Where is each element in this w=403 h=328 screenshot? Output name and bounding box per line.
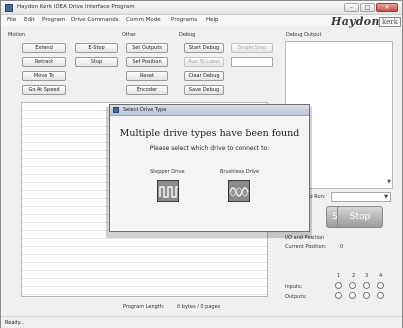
maximize-button[interactable]: □ (360, 3, 375, 12)
brushless-waveform-icon (229, 181, 249, 201)
other-label: Other (122, 32, 137, 38)
save-debug-button[interactable]: Save Debug (184, 85, 224, 95)
window-title: Haydon Kerk IDEA Drive Interface Program (17, 4, 135, 10)
channel-1-label: 1 (337, 273, 341, 279)
dialog-heading: Multiple drive types have been found (119, 128, 300, 139)
stepper-drive-label: Stepper Drive (150, 169, 185, 175)
single-step-button[interactable]: Single Step (231, 43, 273, 53)
program-to-run-select[interactable]: ▼ (331, 192, 391, 202)
menu-file[interactable]: File (7, 17, 16, 23)
input-4-indicator (377, 282, 384, 289)
debug-label: Debug (179, 32, 196, 38)
stepper-drive-option[interactable] (157, 180, 179, 202)
status-bar: Ready... (1, 316, 402, 328)
extend-button[interactable]: Extend (22, 43, 66, 53)
go-at-speed-button[interactable]: Go At Speed (22, 85, 66, 95)
stepper-waveform-icon (158, 181, 178, 201)
minimize-button[interactable]: – (344, 3, 359, 12)
clear-debug-button[interactable]: Clear Debug (184, 71, 224, 81)
brushless-drive-label: Brushless Drive (220, 169, 260, 175)
output-1-toggle[interactable] (335, 292, 342, 299)
debug-output-label: Debug Output (286, 32, 322, 38)
menu-drive-commands[interactable]: Drive Commands (71, 17, 119, 23)
output-3-toggle[interactable] (363, 292, 370, 299)
set-outputs-button[interactable]: Set Outputs (126, 43, 168, 53)
menu-programs[interactable]: Programs (171, 17, 197, 23)
dialog-title: Select Drive Type (123, 107, 167, 113)
dropdown-arrow-icon: ▼ (384, 194, 388, 200)
dialog-app-icon (113, 107, 119, 113)
output-2-toggle[interactable] (349, 292, 356, 299)
menu-edit[interactable]: Edit (24, 17, 35, 23)
e-stop-button[interactable]: E-Stop (75, 43, 118, 53)
motion-label: Motion (8, 32, 25, 38)
input-2-indicator (349, 282, 356, 289)
kerk-logo: kerk (379, 17, 401, 27)
start-debug-button[interactable]: Start Debug (184, 43, 224, 53)
inputs-label: Inputs: (285, 284, 303, 290)
close-button[interactable]: × (376, 3, 398, 12)
dialog-title-bar: Select Drive Type (110, 105, 309, 116)
app-icon (5, 4, 13, 12)
reset-button[interactable]: Reset (126, 71, 168, 81)
current-position-value: 0 (340, 244, 344, 250)
program-length-value: 0 bytes / 0 pages (177, 304, 221, 310)
run-to-label-button[interactable]: Run To Label (184, 57, 224, 67)
retract-button[interactable]: Retract (22, 57, 66, 67)
menu-comm-mode[interactable]: Comm Mode (126, 17, 161, 23)
select-drive-dialog: Select Drive Type Multiple drive types h… (109, 104, 310, 232)
set-position-button[interactable]: Set Position (126, 57, 168, 67)
stop-button[interactable]: Stop (75, 57, 118, 67)
output-4-toggle[interactable] (377, 292, 384, 299)
dialog-subheading: Please select which drive to connect to: (149, 145, 270, 152)
channel-3-label: 3 (365, 273, 369, 279)
run-to-label-input[interactable] (231, 57, 273, 67)
outputs-label: Outputs: (285, 294, 307, 300)
channel-2-label: 2 (352, 273, 356, 279)
haydon-logo: Haydon (331, 15, 380, 28)
menu-program[interactable]: Program (42, 17, 65, 23)
input-3-indicator (363, 282, 370, 289)
input-1-indicator (335, 282, 342, 289)
current-position-label: Current Position: (285, 244, 327, 250)
channel-4-label: 4 (379, 273, 383, 279)
run-stop-button[interactable]: Stop (337, 206, 383, 228)
status-text: Ready... (5, 320, 25, 326)
program-length-label: Program Length: (123, 304, 165, 310)
scroll-down-icon[interactable]: ▼ (387, 179, 391, 185)
menu-help[interactable]: Help (206, 17, 219, 23)
title-bar: Haydon Kerk IDEA Drive Interface Program… (1, 1, 402, 15)
encoder-button[interactable]: Encoder (126, 85, 168, 95)
brushless-drive-option[interactable] (228, 180, 250, 202)
move-to-button[interactable]: Move To (22, 71, 66, 81)
